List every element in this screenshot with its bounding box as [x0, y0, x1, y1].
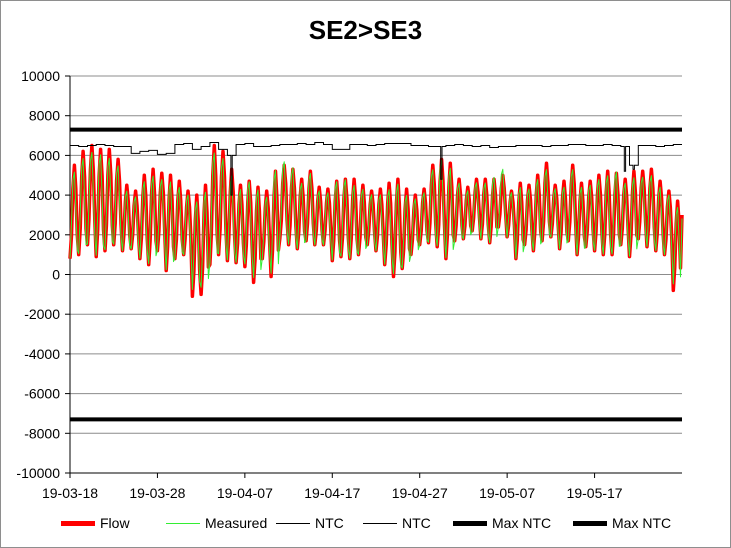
- y-tick-label: 6000: [29, 147, 60, 163]
- chart-legend: Flow Measured NTC NTC Max NTC Max NTC: [41, 515, 701, 535]
- chart-plot: 10000 8000 6000 4000 2000 0 -2000 -4000 -6000 -80…: [16, 68, 684, 501]
- x-tick-label: 19-04-17: [304, 485, 360, 501]
- legend-label: Max NTC: [492, 515, 552, 531]
- legend-swatch: [453, 520, 487, 526]
- legend-label: Measured: [205, 515, 268, 531]
- legend-label: Max NTC: [612, 515, 672, 531]
- y-tick-label: 0: [52, 267, 60, 283]
- y-tick-label: 8000: [29, 108, 60, 124]
- legend-item: Max NTC: [453, 515, 551, 531]
- x-tick-label: 19-04-27: [392, 485, 448, 501]
- x-tick-label: 19-04-07: [217, 485, 273, 501]
- legend-swatch: [573, 520, 607, 526]
- y-tick-label: 2000: [29, 227, 60, 243]
- y-tick-label: 10000: [21, 68, 60, 84]
- x-tick-label: 19-05-07: [479, 485, 535, 501]
- legend-swatch: [166, 522, 200, 524]
- legend-item: Max NTC: [573, 515, 671, 531]
- legend-item: NTC: [276, 515, 344, 531]
- x-tick-label: 19-05-17: [567, 485, 623, 501]
- x-tick-label: 19-03-28: [129, 485, 185, 501]
- y-tick-label: -8000: [24, 425, 60, 441]
- y-tick-label: -6000: [24, 386, 60, 402]
- legend-item: Flow: [61, 515, 130, 531]
- y-tick-label: 4000: [29, 187, 60, 203]
- legend-item: Measured: [166, 515, 267, 531]
- series-flow-line: [68, 143, 684, 299]
- y-tick-label: -10000: [16, 465, 60, 481]
- legend-swatch: [363, 522, 397, 524]
- legend-swatch: [61, 520, 95, 526]
- legend-label: Flow: [100, 515, 130, 531]
- legend-label: NTC: [402, 515, 431, 531]
- legend-label: NTC: [315, 515, 344, 531]
- y-tick-label: -4000: [24, 346, 60, 362]
- legend-item: NTC: [363, 515, 431, 531]
- y-tick-label: -2000: [24, 306, 60, 322]
- chart-frame: SE2>SE3 10000 8000 6000 4000 2000 0 -2000 -4000…: [0, 0, 731, 548]
- x-tick-label: 19-03-18: [42, 485, 98, 501]
- legend-swatch: [276, 522, 310, 524]
